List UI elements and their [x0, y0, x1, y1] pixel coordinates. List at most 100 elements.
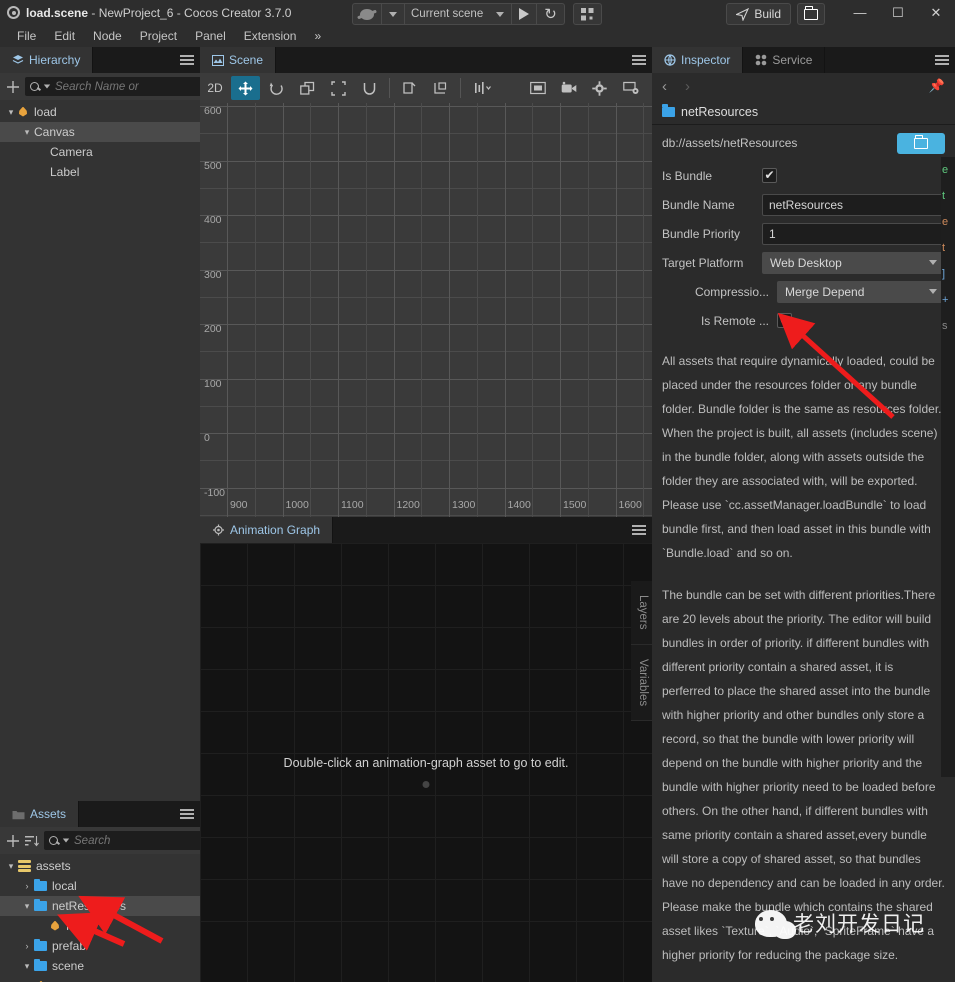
close-button[interactable]: ✕ — [917, 0, 955, 25]
chevron-right-icon[interactable]: › — [20, 881, 34, 891]
create-asset-button[interactable] — [6, 832, 20, 850]
assets-item-prefab[interactable]: › prefab — [0, 936, 200, 956]
hierarchy-item-canvas[interactable]: ▾ Canvas — [0, 122, 200, 142]
pin-icon[interactable]: 📌 — [929, 78, 945, 94]
window-title-rest: - NewProject_6 - Cocos Creator 3.7.0 — [88, 5, 292, 20]
search-icon — [49, 836, 58, 845]
add-node-button[interactable] — [6, 78, 20, 96]
animation-graph-canvas[interactable]: Double-click an animation-graph asset to… — [200, 543, 652, 982]
chevron-down-icon[interactable]: ▾ — [4, 107, 18, 118]
assets-item-netresources[interactable]: ▾ netResources — [0, 896, 200, 916]
menu-item-file[interactable]: File — [8, 25, 45, 47]
side-tab-layers[interactable]: Layers — [631, 581, 652, 645]
preview-view-button[interactable] — [523, 76, 552, 100]
chevron-down-icon[interactable]: ▾ — [20, 901, 34, 912]
gear-icon-button[interactable] — [585, 76, 614, 100]
hierarchy-item-load[interactable]: ▾ load — [0, 102, 200, 122]
checkbox-is-remote[interactable]: ✔ — [777, 313, 792, 328]
magnet-tool-button[interactable] — [355, 76, 384, 100]
menu-item-edit[interactable]: Edit — [45, 25, 84, 47]
checkbox-is-bundle[interactable]: ✔ — [762, 168, 777, 183]
play-icon — [519, 8, 530, 20]
inspector-body: db://assets/netResources Is Bundle ✔ Bundl… — [652, 125, 955, 982]
scene-gridline — [200, 487, 652, 489]
maximize-button[interactable]: ☐ — [879, 0, 917, 25]
tab-hierarchy[interactable]: Hierarchy — [0, 47, 94, 73]
refresh-icon: ↻ — [544, 6, 557, 23]
gizmo-dropdown-button[interactable] — [466, 76, 502, 100]
assets-item-fight[interactable]: fight — [0, 916, 200, 936]
assets-item-assets[interactable]: ▾ assets — [0, 856, 200, 876]
menu-item-project[interactable]: Project — [131, 25, 186, 47]
input-bundle-name[interactable] — [762, 193, 945, 216]
assets-menu-button[interactable] — [174, 801, 200, 827]
minimize-button[interactable]: — — [841, 0, 879, 25]
field-row-compressio: Compressio... Merge Depend — [662, 277, 945, 306]
back-button[interactable]: ‹ — [662, 78, 667, 95]
rect-tool-button[interactable] — [324, 76, 353, 100]
toggle-2d-button[interactable]: 2D — [201, 76, 229, 100]
platform-preview-button[interactable] — [353, 4, 382, 24]
widgets-button[interactable] — [574, 4, 601, 24]
inspector-asset-name: netResources — [681, 104, 759, 119]
build-button[interactable]: Build — [726, 3, 791, 25]
assets-tree[interactable]: ▾ assets › local ▾ netResources fight › prefab ▾ s… — [0, 854, 200, 982]
menu-item-more[interactable]: » — [305, 25, 330, 47]
hierarchy-item-label[interactable]: Label — [0, 162, 200, 182]
side-tab-variables[interactable]: Variables — [631, 644, 652, 721]
ruler-x-label: 1100 — [341, 499, 364, 511]
camera-icon-button[interactable] — [554, 76, 583, 100]
forward-button[interactable]: › — [685, 78, 690, 95]
scene-viewport[interactable]: 600 500 400 300 200 100 0 -100 900 1000 1100 1200 1… — [200, 103, 652, 517]
chevron-down-icon[interactable]: ▾ — [4, 861, 18, 872]
hierarchy-tree[interactable]: ▾ load ▾ Canvas Camera Label — [0, 100, 200, 801]
tab-inspector[interactable]: Inspector — [652, 47, 744, 73]
chevron-down-icon[interactable]: ▾ — [20, 127, 34, 138]
tab-scene[interactable]: Scene — [200, 47, 277, 73]
scene-menu-button[interactable] — [626, 47, 652, 73]
cocos-logo-icon — [7, 6, 20, 19]
hamburger-icon — [632, 523, 646, 537]
input-bundle-priority[interactable] — [762, 222, 945, 245]
play-button[interactable] — [512, 4, 538, 24]
refresh-button[interactable]: ↻ — [537, 4, 564, 24]
hierarchy-item-camera[interactable]: Camera — [0, 142, 200, 162]
menu-item-node[interactable]: Node — [84, 25, 131, 47]
scene-gridline — [282, 103, 284, 517]
scene-gridline — [254, 103, 256, 517]
pivot-tool-button[interactable] — [426, 76, 455, 100]
tab-service[interactable]: Service — [743, 47, 826, 73]
hierarchy-menu-button[interactable] — [174, 47, 200, 73]
assets-item-scene[interactable]: ▾ scene — [0, 956, 200, 976]
align-tool-button[interactable] — [395, 76, 424, 100]
select-compressio[interactable]: Merge Depend — [777, 280, 945, 303]
scale-tool-button[interactable] — [293, 76, 322, 100]
assets-item-partial[interactable] — [0, 976, 200, 982]
chevron-right-icon[interactable]: › — [20, 941, 34, 951]
menu-item-extension[interactable]: Extension — [235, 25, 306, 47]
scene-gridline — [421, 103, 423, 517]
select-target-platform[interactable]: Web Desktop — [762, 251, 945, 274]
menu-item-panel[interactable]: Panel — [186, 25, 235, 47]
sort-assets-button[interactable] — [25, 832, 39, 850]
field-row-bundle-name: Bundle Name — [662, 190, 945, 219]
chevron-down-icon — [43, 84, 51, 89]
inspector-menu-button[interactable] — [929, 47, 955, 73]
open-folder-button[interactable] — [897, 132, 945, 154]
hierarchy-search-input[interactable] — [55, 80, 211, 93]
chevron-down-icon[interactable]: ▾ — [20, 961, 34, 972]
scene-effects-button[interactable] — [616, 76, 645, 100]
tab-animation-graph[interactable]: Animation Graph — [200, 517, 334, 543]
assets-item-local[interactable]: › local — [0, 876, 200, 896]
tab-assets[interactable]: Assets — [0, 801, 80, 827]
hierarchy-search-box[interactable] — [25, 77, 216, 96]
current-scene-label[interactable]: Current scene — [405, 8, 489, 20]
toolbar-divider — [460, 78, 461, 98]
open-project-folder-button[interactable] — [797, 3, 825, 25]
scene-dropdown-button[interactable] — [489, 4, 513, 24]
assets-panel: Assets Search ▾ assets › local ▾ netReso… — [0, 801, 272, 982]
move-tool-button[interactable] — [231, 76, 260, 100]
animation-graph-menu-button[interactable] — [626, 517, 652, 543]
platform-dropdown-button[interactable] — [382, 4, 405, 24]
rotate-tool-button[interactable] — [262, 76, 291, 100]
